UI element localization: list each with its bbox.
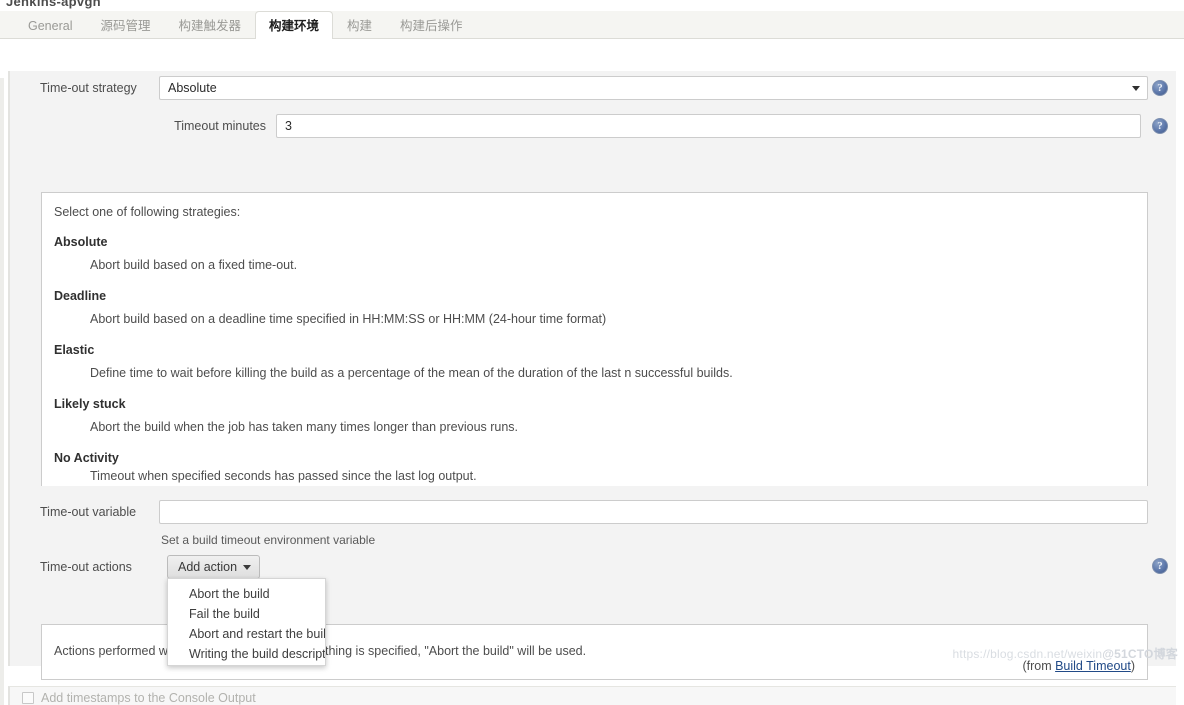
- timeout-minutes-value: 3: [285, 119, 292, 133]
- strategy-elastic: Elastic Define time to wait before killi…: [54, 343, 733, 380]
- strategy-no-activity: No Activity Timeout when specified secon…: [54, 451, 477, 483]
- watermark: https://blog.csdn.net/weixin@51CTO博客: [953, 645, 1178, 662]
- chevron-down-icon: [243, 565, 251, 570]
- add-timestamps-row: Add timestamps to the Console Output: [8, 686, 1176, 705]
- timeout-variable-input[interactable]: [159, 500, 1148, 524]
- strategy-deadline-desc: Abort build based on a deadline time spe…: [54, 312, 606, 326]
- build-environment-form: Abort the build if it's stuck Time-out s…: [0, 39, 1184, 666]
- timeout-strategy-label: Time-out strategy: [40, 81, 137, 95]
- clipped-window-title-strip: Jenkins-apvgn: [0, 0, 1184, 11]
- chevron-down-icon: [1132, 86, 1140, 91]
- strategy-elastic-desc: Define time to wait before killing the b…: [54, 366, 733, 380]
- strategy-absolute-title: Absolute: [54, 235, 297, 249]
- timeout-minutes-label: Timeout minutes: [100, 119, 266, 133]
- strategy-intro-text: Select one of following strategies:: [54, 205, 240, 219]
- form-left-rail: [0, 78, 4, 705]
- timeout-variable-label: Time-out variable: [40, 505, 136, 519]
- add-action-label: Add action: [178, 560, 237, 574]
- tab-list: General 源码管理 构建触发器 构建环境 构建 构建后操作: [14, 11, 477, 39]
- add-timestamps-label: Add timestamps to the Console Output: [41, 691, 256, 705]
- tab-post-build-actions[interactable]: 构建后操作: [386, 11, 477, 39]
- strategy-no-activity-desc: Timeout when specified seconds has passe…: [54, 469, 477, 483]
- strategy-absolute: Absolute Abort build based on a fixed ti…: [54, 235, 297, 272]
- timeout-minutes-input[interactable]: 3: [276, 114, 1141, 138]
- clipped-window-title: Jenkins-apvgn: [6, 0, 101, 9]
- menu-item-fail-the-build[interactable]: Fail the build: [168, 604, 325, 624]
- strategy-likely-stuck: Likely stuck Abort the build when the jo…: [54, 397, 518, 434]
- strategy-elastic-title: Elastic: [54, 343, 733, 357]
- config-tab-bar: General 源码管理 构建触发器 构建环境 构建 构建后操作: [0, 11, 1184, 39]
- help-icon-timeout-strategy[interactable]: [1152, 80, 1168, 96]
- add-timestamps-checkbox[interactable]: [22, 692, 34, 704]
- strategy-likely-stuck-desc: Abort the build when the job has taken m…: [54, 420, 518, 434]
- menu-item-writing-the-build-description[interactable]: Writing the build description: [168, 644, 325, 664]
- tab-source-management[interactable]: 源码管理: [86, 11, 164, 39]
- strategy-absolute-desc: Abort build based on a fixed time-out.: [54, 258, 297, 272]
- watermark-url: https://blog.csdn.net/weixin: [953, 647, 1103, 661]
- timeout-strategy-select[interactable]: Absolute: [159, 76, 1148, 100]
- strategy-likely-stuck-title: Likely stuck: [54, 397, 518, 411]
- timeout-actions-label: Time-out actions: [40, 560, 132, 574]
- help-icon-timeout-actions[interactable]: [1152, 558, 1168, 574]
- menu-item-abort-the-build[interactable]: Abort the build: [168, 584, 325, 604]
- watermark-tag: @51CTO博客: [1102, 647, 1178, 661]
- tab-build-triggers[interactable]: 构建触发器: [165, 11, 256, 39]
- add-action-dropdown-menu[interactable]: Abort the build Fail the build Abort and…: [167, 578, 326, 666]
- strategy-deadline-title: Deadline: [54, 289, 606, 303]
- tab-build-environment[interactable]: 构建环境: [255, 11, 333, 39]
- help-icon-timeout-minutes[interactable]: [1152, 118, 1168, 134]
- tab-general[interactable]: General: [14, 11, 86, 39]
- timeout-strategy-value: Absolute: [168, 81, 217, 95]
- timeout-variable-hint: Set a build timeout environment variable: [161, 533, 375, 547]
- tab-build[interactable]: 构建: [333, 11, 386, 39]
- strategy-description-panel: Select one of following strategies: Abso…: [41, 192, 1148, 520]
- strategy-no-activity-title: No Activity: [54, 451, 477, 465]
- menu-item-abort-and-restart-the-build[interactable]: Abort and restart the build: [168, 624, 325, 644]
- add-action-button[interactable]: Add action: [167, 555, 260, 579]
- strategy-deadline: Deadline Abort build based on a deadline…: [54, 289, 606, 326]
